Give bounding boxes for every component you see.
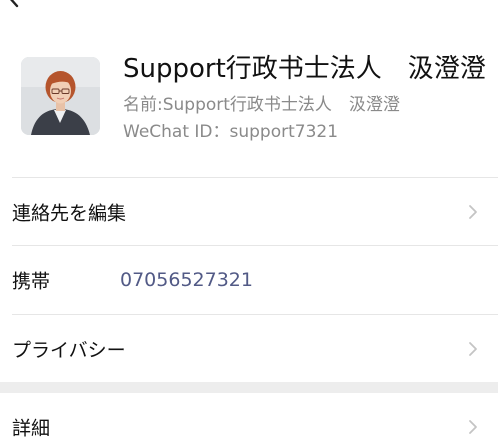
chevron-right-icon: [469, 420, 477, 434]
chevron-right-icon: [469, 342, 477, 356]
avatar-photo: [21, 57, 100, 135]
section-separator: [0, 382, 498, 393]
phone-number-link[interactable]: 07056527321: [120, 269, 253, 291]
wechat-id-line: WeChat ID：support7321: [123, 122, 339, 142]
name-line: 名前:Support行政书士法人 汲澄澄: [123, 95, 400, 115]
avatar[interactable]: [21, 57, 100, 135]
row-edit-contact-label: 連絡先を編集: [12, 202, 127, 225]
row-details-label: 詳細: [12, 417, 51, 440]
row-mobile: 携帯 07056527321: [0, 246, 498, 314]
profile-header: Support行政书士法人 汲澄澄 名前:Support行政书士法人 汲澄澄 W…: [0, 0, 498, 176]
row-edit-contact[interactable]: 連絡先を編集: [0, 178, 498, 246]
chevron-right-icon: [469, 205, 477, 219]
contact-profile-page: Support行政书士法人 汲澄澄 名前:Support行政书士法人 汲澄澄 W…: [0, 0, 498, 448]
row-mobile-label: 携帯: [12, 270, 51, 293]
display-name: Support行政书士法人 汲澄澄: [123, 54, 486, 84]
row-privacy[interactable]: プライバシー: [0, 315, 498, 383]
row-details[interactable]: 詳細: [0, 393, 498, 448]
row-privacy-label: プライバシー: [12, 339, 126, 362]
